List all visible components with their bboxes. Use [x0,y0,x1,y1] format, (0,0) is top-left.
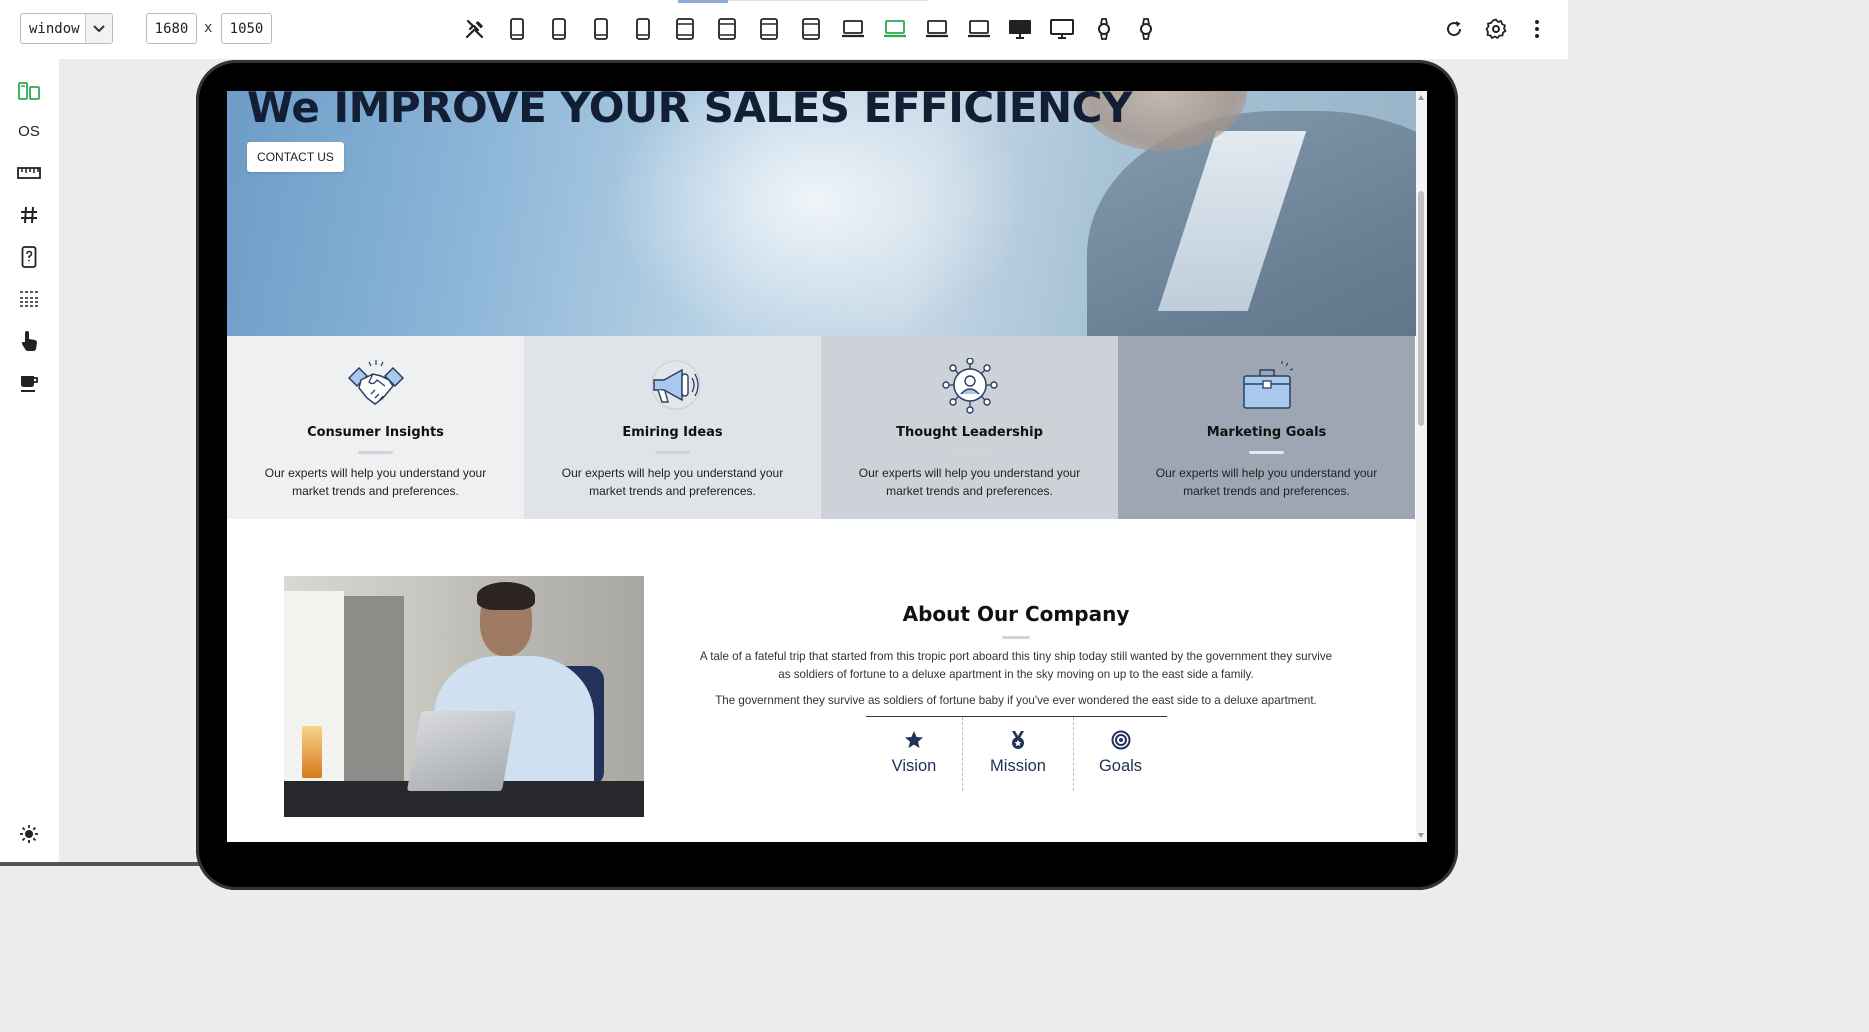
device-screen: We IMPROVE YOUR SALES EFFICIENCY CONTACT… [227,91,1427,842]
feature-description: Our experts will help you understand you… [858,466,1081,498]
scroll-up-arrow[interactable] [1418,95,1424,100]
target-icon [1111,730,1130,750]
about-title: About Our Company [902,602,1130,626]
top-toolbar: window 1680 x 1050 [0,0,1568,59]
photo-man-hair [477,582,535,610]
tablet-icon[interactable] [754,14,784,44]
phone-icon[interactable] [544,14,574,44]
feature-divider [1249,451,1284,454]
height-input[interactable]: 1050 [221,13,272,44]
feature-description: Our experts will help you understand you… [561,466,784,498]
more-vertical-icon[interactable] [1522,14,1552,44]
feature-divider [655,451,690,454]
left-sidebar: OS [0,59,59,866]
scroll-thumb[interactable] [1418,191,1424,426]
photo-glass [302,726,322,778]
feature-title: Marketing Goals [1206,425,1327,440]
photo-laptop [406,711,517,791]
watch-icon[interactable] [1131,14,1161,44]
tools-icon[interactable] [460,14,490,44]
laptop-active-icon[interactable] [880,14,910,44]
feature-title: Emiring Ideas [622,425,723,440]
os-label: OS [18,122,40,140]
laptop-icon[interactable] [922,14,952,44]
about-divider [1002,636,1030,639]
tab-label: Vision [891,757,937,775]
feature-card: Thought Leadership Our experts will help… [821,336,1118,519]
feature-card: Marketing Goals Our experts will help yo… [1118,336,1415,519]
network-person-icon [942,358,998,414]
feature-card: Emiring Ideas Our experts will help you … [524,336,821,519]
coffee-icon[interactable] [14,368,44,398]
chevron-down-icon[interactable] [85,14,112,43]
about-paragraph: The government they survive as soldiers … [715,694,1317,707]
page-scrollbar[interactable] [1416,91,1427,842]
photo-door [344,596,404,806]
contact-us-button[interactable]: CONTACT US [247,142,344,172]
scroll-down-arrow[interactable] [1418,833,1424,838]
baseline-icon[interactable] [14,284,44,314]
tab-goals[interactable]: Goals [1074,717,1167,791]
about-paragraph: A tale of a fateful trip that started fr… [699,650,1333,681]
theme-toggle-icon[interactable] [14,819,44,849]
hero-banner: We IMPROVE YOUR SALES EFFICIENCY CONTACT… [227,91,1416,336]
grid-icon[interactable] [14,200,44,230]
loading-indicator [678,0,728,3]
feature-divider [952,451,987,454]
view-mode-select[interactable]: window [20,13,113,44]
feature-title: Thought Leadership [896,425,1043,440]
feature-description: Our experts will help you understand you… [1155,466,1378,498]
feature-description: Our experts will help you understand you… [264,466,487,498]
watch-icon[interactable] [1089,14,1119,44]
tablet-icon[interactable] [712,14,742,44]
dimension-separator: x [204,20,213,36]
desktop-icon[interactable] [1005,14,1035,44]
tab-vision[interactable]: Vision [866,717,962,791]
device-help-icon[interactable] [14,242,44,272]
os-button[interactable]: OS [14,116,44,146]
feature-divider [358,451,393,454]
desktop-icon[interactable] [1047,14,1077,44]
width-input[interactable]: 1680 [146,13,197,44]
briefcase-icon [1243,361,1294,409]
handshake-icon [347,360,405,405]
hero-title: We IMPROVE YOUR SALES EFFICIENCY [247,91,1132,132]
megaphone-icon [651,360,701,410]
ruler-icon[interactable] [14,158,44,188]
touch-icon[interactable] [14,326,44,356]
about-photo [284,576,644,817]
indicator-track [728,0,928,1]
tablet-icon[interactable] [796,14,826,44]
settings-gear-icon[interactable] [1481,14,1511,44]
responsive-icon[interactable] [14,76,44,106]
phone-icon[interactable] [502,14,532,44]
tablet-icon[interactable] [670,14,700,44]
feature-card: Consumer Insights Our experts will help … [227,336,524,519]
refresh-icon[interactable] [1439,14,1469,44]
laptop-icon[interactable] [964,14,994,44]
star-icon [905,731,923,748]
phone-icon[interactable] [586,14,616,44]
phone-icon[interactable] [628,14,658,44]
tab-label: Mission [990,757,1046,775]
tab-mission[interactable]: Mission [963,717,1073,791]
feature-title: Consumer Insights [307,425,444,440]
medal-icon [1012,731,1024,749]
tab-label: Goals [1098,757,1143,775]
view-mode-value: window [29,21,80,37]
laptop-icon[interactable] [838,14,868,44]
